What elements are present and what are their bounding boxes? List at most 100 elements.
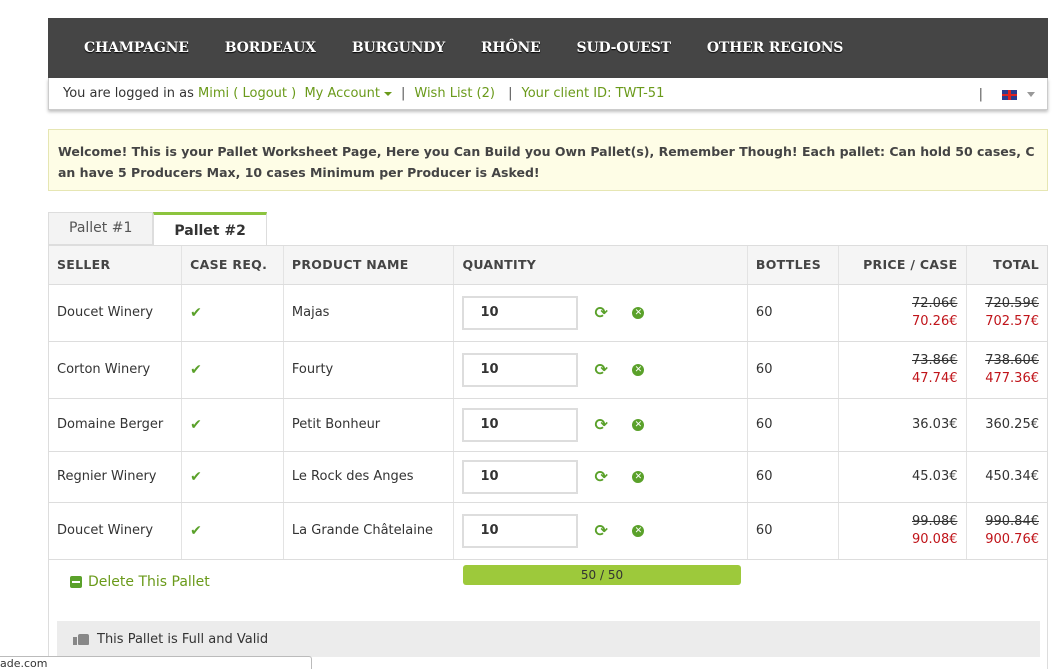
table-row: Domaine Berger ✔ Petit Bonheur 10 ⟳ ✕ 60 3…	[49, 398, 1047, 452]
bottles-cell: 60	[747, 341, 839, 399]
bottles-cell: 60	[747, 398, 839, 452]
discount-price: 47.74€	[912, 371, 958, 386]
divider: |	[978, 87, 983, 102]
tab-pallet-2[interactable]: Pallet #2	[153, 212, 267, 246]
product-cell: Le Rock des Anges	[283, 451, 455, 503]
price-cell: 73.86€ 47.74€	[838, 341, 967, 399]
price-cell: 99.08€ 90.08€	[838, 502, 967, 560]
price-cell: 72.06€ 70.26€	[838, 284, 967, 342]
checkmark-icon: ✔	[190, 468, 202, 485]
total-cell: 360.25€	[966, 398, 1047, 452]
thumbs-up-icon	[73, 633, 89, 645]
table-row: Corton Winery ✔ Fourty 10 ⟳ ✕ 60 73.86€ 47.…	[49, 341, 1047, 399]
total-cell: 990.84€ 900.76€	[966, 502, 1047, 560]
case-req-cell: ✔	[181, 284, 284, 342]
minus-icon	[70, 576, 82, 588]
total-cell: 450.34€	[966, 451, 1047, 503]
browser-status-bar: ade.com	[0, 656, 312, 669]
discount-total: 900.76€	[985, 532, 1039, 547]
chevron-down-icon[interactable]	[1027, 92, 1035, 97]
seller-cell: Doucet Winery	[49, 284, 183, 342]
divider: |	[400, 86, 406, 101]
table-row: Doucet Winery ✔ Majas 10 ⟳ ✕ 60 72.06€ 70.2…	[49, 284, 1047, 342]
pallet-footer: Delete This Pallet 50 / 50 This Pallet i…	[48, 556, 1048, 669]
column-header-quantity: QUANTITY	[453, 246, 748, 285]
refresh-icon[interactable]: ⟳	[594, 303, 608, 322]
total-cell: 738.60€ 477.36€	[966, 341, 1047, 399]
refresh-icon[interactable]: ⟳	[594, 521, 608, 540]
quantity-cell: 10 ⟳ ✕	[453, 451, 748, 503]
nav-rhone[interactable]: RHÔNE	[481, 40, 541, 56]
remove-icon[interactable]: ✕	[632, 418, 645, 431]
remove-icon[interactable]: ✕	[632, 363, 645, 376]
pallet-table: SELLER CASE REQ. PRODUCT NAME QUANTITY B…	[49, 246, 1047, 560]
logged-in-text: You are logged in as	[63, 86, 194, 101]
quantity-input[interactable]: 10	[462, 295, 579, 330]
product-cell: La Grande Châtelaine	[283, 502, 455, 560]
discount-price: 90.08€	[912, 532, 958, 547]
remove-icon[interactable]: ✕	[632, 470, 645, 483]
quantity-cell: 10 ⟳ ✕	[453, 398, 748, 452]
client-id: Your client ID: TWT-51	[521, 86, 665, 101]
column-header-seller: SELLER	[49, 246, 183, 285]
refresh-icon[interactable]: ⟳	[594, 360, 608, 379]
quantity-input[interactable]: 10	[462, 352, 579, 387]
nav-other-regions[interactable]: OTHER REGIONS	[707, 40, 844, 56]
discount-total: 702.57€	[985, 314, 1039, 329]
remove-icon[interactable]: ✕	[632, 306, 645, 319]
welcome-notice: Welcome! This is your Pallet Worksheet P…	[48, 129, 1048, 191]
delete-pallet-button[interactable]: Delete This Pallet	[70, 574, 210, 590]
discount-total: 477.36€	[985, 371, 1039, 386]
delete-pallet-label: Delete This Pallet	[88, 574, 210, 590]
quantity-input[interactable]: 10	[462, 407, 579, 442]
case-req-cell: ✔	[181, 502, 284, 560]
quantity-input[interactable]: 10	[462, 459, 579, 494]
pallet-progress-bar: 50 / 50	[463, 565, 741, 585]
user-bar: You are logged in as Mimi ( Logout ) My …	[48, 78, 1048, 110]
checkmark-icon: ✔	[190, 416, 202, 433]
old-total: 738.60€	[985, 353, 1039, 368]
product-cell: Fourty	[283, 341, 455, 399]
bottles-cell: 60	[747, 502, 839, 560]
seller-cell: Corton Winery	[49, 341, 183, 399]
top-navigation: CHAMPAGNE BORDEAUX BURGUNDY RHÔNE SUD-OU…	[48, 18, 1048, 78]
refresh-icon[interactable]: ⟳	[594, 467, 608, 486]
column-header-price-case: PRICE / CASE	[838, 246, 967, 285]
checkmark-icon: ✔	[190, 304, 202, 321]
username-link[interactable]: Mimi	[198, 86, 229, 101]
pallet-valid-message: This Pallet is Full and Valid	[57, 621, 1040, 657]
column-header-total: TOTAL	[966, 246, 1047, 285]
wish-list-link[interactable]: Wish List (2)	[414, 86, 495, 101]
total-cell: 720.59€ 702.57€	[966, 284, 1047, 342]
case-req-cell: ✔	[181, 398, 284, 452]
chevron-down-icon	[383, 91, 392, 96]
old-total: 720.59€	[985, 296, 1039, 311]
quantity-input[interactable]: 10	[462, 513, 579, 548]
my-account-menu[interactable]: My Account	[304, 86, 392, 101]
uk-flag-icon[interactable]	[1002, 89, 1017, 100]
old-price: 72.06€	[912, 296, 958, 311]
column-header-product-name: PRODUCT NAME	[283, 246, 455, 285]
tab-pallet-1[interactable]: Pallet #1	[48, 212, 154, 245]
divider: |	[503, 86, 513, 101]
column-header-case-req: CASE REQ.	[181, 246, 284, 285]
nav-champagne[interactable]: CHAMPAGNE	[84, 40, 189, 56]
nav-sud-ouest[interactable]: SUD-OUEST	[577, 40, 672, 56]
quantity-cell: 10 ⟳ ✕	[453, 502, 748, 560]
language-selector[interactable]: |	[970, 87, 1035, 102]
pallet-tabs: Pallet #1 Pallet #2	[48, 212, 267, 246]
nav-bordeaux[interactable]: BORDEAUX	[225, 40, 316, 56]
price-cell: 36.03€	[838, 398, 967, 452]
remove-icon[interactable]: ✕	[632, 524, 645, 537]
table-row: Regnier Winery ✔ Le Rock des Anges 10 ⟳ ✕ …	[49, 451, 1047, 503]
price-cell: 45.03€	[838, 451, 967, 503]
case-req-cell: ✔	[181, 451, 284, 503]
quantity-cell: 10 ⟳ ✕	[453, 341, 748, 399]
logout-link[interactable]: ( Logout )	[233, 86, 296, 101]
checkmark-icon: ✔	[190, 522, 202, 539]
nav-burgundy[interactable]: BURGUNDY	[352, 40, 445, 56]
checkmark-icon: ✔	[190, 361, 202, 378]
bottles-cell: 60	[747, 451, 839, 503]
valid-text: This Pallet is Full and Valid	[97, 631, 269, 647]
refresh-icon[interactable]: ⟳	[594, 415, 608, 434]
